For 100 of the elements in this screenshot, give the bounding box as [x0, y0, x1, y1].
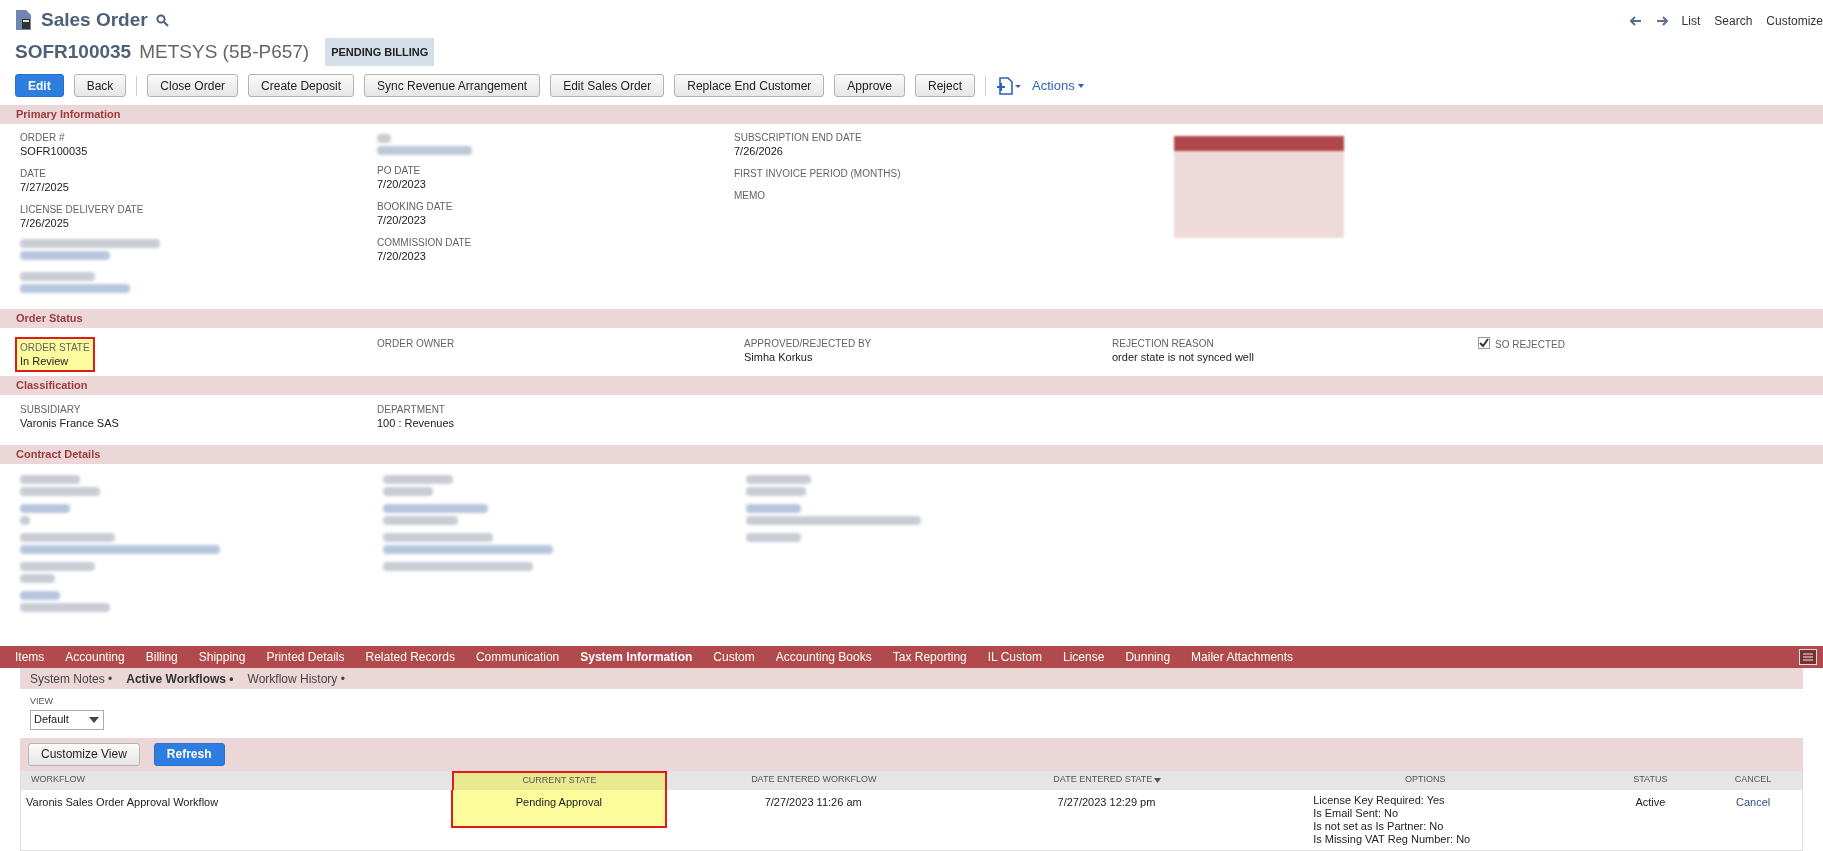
- record-tab[interactable]: Accounting: [65, 648, 125, 666]
- record-tab[interactable]: Billing: [145, 648, 178, 666]
- field-label: LICENSE DELIVERY DATE: [20, 203, 145, 216]
- field-label: FIRST INVOICE PERIOD (MONTHS): [734, 167, 902, 180]
- record-tab[interactable]: Items: [15, 648, 45, 666]
- section-header: Classification: [0, 376, 1823, 395]
- option-line: License Key Required: Yes: [1313, 793, 1446, 807]
- record-tab[interactable]: Printed Details: [266, 648, 345, 666]
- blurred-text: [20, 504, 70, 513]
- column-header: CANCEL: [1734, 773, 1772, 787]
- field-value: 7/26/2025: [20, 216, 70, 230]
- section-header: Primary Information: [0, 105, 1823, 124]
- field-label: BOOKING DATE: [377, 200, 454, 213]
- table-cell-text: 7/27/2023 11:26 am: [764, 794, 862, 810]
- table-cell-text: Active: [1635, 794, 1666, 810]
- column-header: WORKFLOW: [31, 773, 85, 787]
- blurred-text: [383, 487, 433, 496]
- field-label: VIEW: [30, 695, 54, 708]
- so-rejected-checkbox[interactable]: [1478, 337, 1490, 349]
- column-header: OPTIONS: [1405, 773, 1446, 787]
- option-line: Is Email Sent: No: [1313, 806, 1400, 820]
- blurred-text: [377, 134, 391, 143]
- record-tab[interactable]: Dunning: [1125, 648, 1171, 666]
- field-value: 7/20/2023: [377, 213, 427, 227]
- field-value: Varonis France SAS: [20, 416, 120, 430]
- toolbar-button[interactable]: Edit Sales Order: [550, 74, 665, 97]
- field-label: ORDER #: [20, 131, 66, 144]
- record-tab[interactable]: IL Custom: [987, 648, 1042, 666]
- record-tab[interactable]: License: [1063, 648, 1105, 666]
- forward-arrow-icon[interactable]: [1655, 16, 1668, 26]
- record-tab[interactable]: Tax Reporting: [892, 648, 967, 666]
- toolbar-button[interactable]: Create Deposit: [248, 74, 355, 97]
- field-label: SUBSCRIPTION END DATE: [734, 131, 863, 144]
- section-header: Contract Details: [0, 445, 1823, 464]
- add-document-icon[interactable]: [996, 76, 1022, 95]
- toolbar-button[interactable]: Refresh: [153, 742, 225, 766]
- cancel-link[interactable]: Cancel: [1735, 793, 1771, 810]
- toolbar-button[interactable]: Sync Revenue Arrangement: [364, 74, 541, 97]
- field-value: 100 : Revenues: [377, 416, 456, 430]
- blurred-text: [383, 475, 453, 484]
- record-entity: METSYS (5B-P657): [139, 39, 310, 64]
- option-line: Is not set as Is Partner: No: [1313, 819, 1445, 833]
- back-arrow-icon[interactable]: [1629, 16, 1642, 26]
- field-value: 7/20/2023: [377, 177, 427, 191]
- actions-menu[interactable]: Actions: [1032, 75, 1084, 96]
- document-icon: [15, 9, 33, 32]
- field-label: SUBSIDIARY: [20, 403, 82, 416]
- status-badge: PENDING BILLING: [325, 37, 435, 66]
- field-label: ORDER OWNER: [377, 337, 456, 350]
- subtab[interactable]: Workflow History •: [247, 669, 345, 688]
- field-label: DEPARTMENT: [377, 403, 446, 416]
- column-header: STATUS: [1633, 773, 1668, 787]
- field-label: ORDER STATE: [20, 341, 90, 354]
- toolbar-button[interactable]: Reject: [915, 74, 975, 97]
- nav-link[interactable]: Search: [1714, 12, 1753, 30]
- record-tab[interactable]: Shipping: [198, 648, 246, 666]
- field-value: 7/20/2023: [377, 249, 427, 263]
- field-value: In Review: [20, 354, 70, 368]
- blurred-text: [20, 574, 55, 583]
- blurred-text: [20, 516, 30, 525]
- field-value: SOFR100035: [20, 144, 89, 158]
- field-label: APPROVED/REJECTED BY: [744, 337, 873, 350]
- column-header: DATE ENTERED STATE: [1053, 773, 1153, 787]
- field-value: 7/26/2026: [734, 144, 784, 158]
- nav-link[interactable]: List: [1681, 12, 1701, 30]
- blurred-text: [746, 487, 806, 496]
- field-label: REJECTION REASON: [1112, 337, 1215, 350]
- table-cell-text: Pending Approval: [515, 794, 602, 810]
- field-label: PO DATE: [377, 164, 422, 177]
- toolbar-button[interactable]: Approve: [834, 74, 905, 97]
- search-icon[interactable]: [155, 13, 169, 27]
- blurred-text: [746, 504, 801, 513]
- record-tab[interactable]: Related Records: [365, 648, 455, 666]
- toolbar-button[interactable]: Customize View: [28, 742, 140, 766]
- field-label: MEMO: [734, 189, 767, 202]
- checkbox-label: SO REJECTED: [1495, 338, 1565, 352]
- blurred-text: [746, 475, 811, 484]
- field-value: order state is not synced well: [1112, 350, 1255, 364]
- table-cell: Varonis Sales Order Approval Workflow: [26, 795, 219, 808]
- subtab[interactable]: System Notes •: [30, 669, 113, 688]
- view-dropdown[interactable]: Default: [30, 709, 104, 730]
- toolbar-button[interactable]: Edit: [15, 74, 64, 97]
- subtab[interactable]: Active Workflows •: [126, 669, 234, 688]
- record-tab[interactable]: Mailer Attachments: [1191, 648, 1294, 666]
- column-header: CURRENT STATE: [522, 774, 597, 788]
- field-label: COMMISSION DATE: [377, 236, 473, 249]
- blurred-text: [20, 591, 60, 600]
- record-tab[interactable]: Accounting Books: [775, 648, 872, 666]
- page-title: Sales Order: [41, 8, 148, 32]
- blurred-text: [20, 475, 80, 484]
- record-tab[interactable]: Communication: [475, 648, 560, 666]
- section-header: Order Status: [0, 309, 1823, 328]
- toolbar-button[interactable]: Close Order: [147, 74, 239, 97]
- toolbar-button[interactable]: Replace End Customer: [674, 74, 825, 97]
- menu-icon[interactable]: [1799, 649, 1817, 665]
- field-value: Simha Korkus: [744, 350, 814, 364]
- record-tab[interactable]: Custom: [713, 648, 755, 666]
- nav-link[interactable]: Customize: [1766, 12, 1823, 30]
- blurred-text: [746, 533, 801, 542]
- toolbar-button[interactable]: Back: [73, 74, 127, 97]
